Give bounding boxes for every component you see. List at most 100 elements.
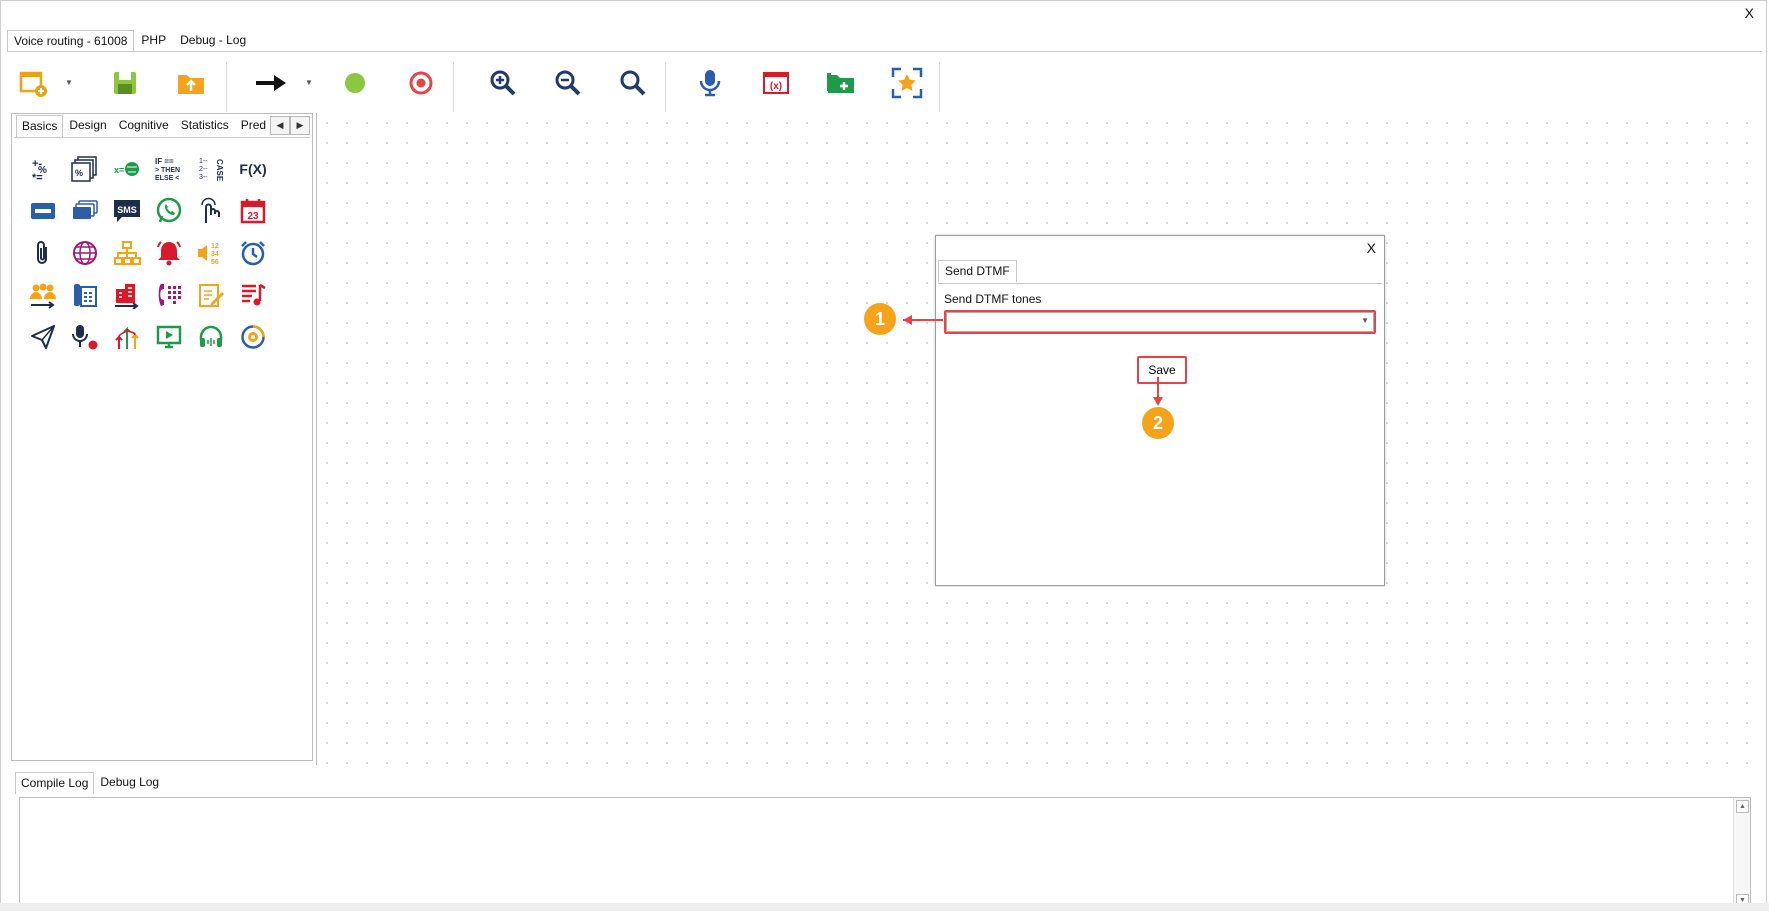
card-icon[interactable] xyxy=(22,190,64,232)
palette-tab-cognitive[interactable]: Cognitive xyxy=(113,114,175,136)
toolbar: ▼ ▼ (x) xyxy=(7,51,1762,112)
save-file-button[interactable] xyxy=(107,66,143,100)
svg-text:56: 56 xyxy=(211,259,219,266)
green-circle-icon xyxy=(345,73,365,93)
function-fx-label: F(X) xyxy=(239,161,267,177)
focus-star-icon xyxy=(891,67,923,99)
sms-icon[interactable]: SMS xyxy=(106,190,148,232)
voicemail-ring-icon[interactable] xyxy=(232,316,274,358)
dialog-tab-bar: Send DTMF xyxy=(938,260,1017,282)
tab-debug-log[interactable]: Debug - Log xyxy=(173,29,253,51)
tab-debug-log-panel[interactable]: Debug Log xyxy=(94,771,165,793)
dtmf-tones-label: Send DTMF tones xyxy=(944,292,1042,306)
microphone-icon xyxy=(699,70,721,97)
tab-compile-log[interactable]: Compile Log xyxy=(15,772,95,794)
queue-users-icon[interactable] xyxy=(22,274,64,316)
tab-send-dtmf[interactable]: Send DTMF xyxy=(938,260,1017,282)
target-red-icon xyxy=(409,71,433,95)
palette-tab-design[interactable]: Design xyxy=(63,114,112,136)
palette-body: +-% *= % x= IF == > THEN ELSE < 1-- 2-- 3-- CA… xyxy=(14,137,310,758)
save-button[interactable]: Save xyxy=(1137,356,1187,384)
arrow-right-icon xyxy=(256,75,286,91)
touch-keypad-icon[interactable] xyxy=(190,190,232,232)
globe-icon[interactable] xyxy=(64,232,106,274)
start-button[interactable] xyxy=(337,66,373,100)
send-plane-icon[interactable] xyxy=(22,316,64,358)
folder-upload-icon xyxy=(178,75,204,94)
microphone-button[interactable] xyxy=(692,66,728,100)
calendar-23-icon[interactable]: 23 xyxy=(232,190,274,232)
sms-label: SMS xyxy=(117,205,137,215)
speaker-numbers-icon[interactable]: 12 34 56 xyxy=(190,232,232,274)
variables-button[interactable]: (x) xyxy=(758,66,794,100)
new-dropdown-chevron-icon[interactable]: ▼ xyxy=(65,78,73,87)
zoom-out-icon xyxy=(555,70,581,96)
whatsapp-icon[interactable] xyxy=(148,190,190,232)
palette-icon-grid: +-% *= % x= IF == > THEN ELSE < 1-- 2-- 3-- CA… xyxy=(22,148,274,358)
function-fx-icon[interactable]: F(X) xyxy=(232,148,274,190)
log-panel: Compile Log Debug Log ▲ ▼ xyxy=(11,767,1764,910)
palette-tab-bar: Basics Design Cognitive Statistics Pred xyxy=(16,114,272,137)
video-screen-icon[interactable] xyxy=(148,316,190,358)
tab-voice-routing[interactable]: Voice routing - 61008 xyxy=(7,30,135,52)
percentage-layers-icon[interactable]: % xyxy=(64,148,106,190)
cards-stack-icon[interactable] xyxy=(64,190,106,232)
palette-tab-pred[interactable]: Pred xyxy=(235,114,272,136)
split-arrows-icon[interactable] xyxy=(106,316,148,358)
palette-tab-scroller: ◀ ▶ xyxy=(270,116,310,135)
svg-text:%: % xyxy=(75,168,83,178)
variable-window-icon: (x) xyxy=(763,72,789,94)
sitemap-icon[interactable] xyxy=(106,232,148,274)
zoom-out-button[interactable] xyxy=(550,66,586,100)
if-then-else-icon[interactable]: IF == > THEN ELSE < xyxy=(148,148,190,190)
dialog-close-button[interactable]: X xyxy=(1367,240,1376,256)
svg-text:(x): (x) xyxy=(770,81,782,92)
add-folder-button[interactable] xyxy=(823,66,859,100)
svg-text:> THEN: > THEN xyxy=(155,167,180,174)
stop-button[interactable] xyxy=(403,66,439,100)
connector-dropdown-chevron-icon[interactable]: ▼ xyxy=(305,78,313,87)
fit-to-screen-button[interactable] xyxy=(889,66,925,100)
magnifier-icon xyxy=(620,70,646,96)
log-output[interactable]: ▲ ▼ xyxy=(19,797,1751,910)
music-list-icon[interactable] xyxy=(232,274,274,316)
log-scrollbar[interactable]: ▲ ▼ xyxy=(1733,798,1750,909)
callout-badge-two: 2 xyxy=(1142,407,1174,439)
phone-keypad-icon[interactable] xyxy=(148,274,190,316)
desk-phone-icon[interactable] xyxy=(64,274,106,316)
svg-text:x=: x= xyxy=(114,165,124,175)
svg-text:ELSE <: ELSE < xyxy=(155,175,179,182)
svg-text:IF ==: IF == xyxy=(155,157,174,166)
window-close-button[interactable]: X xyxy=(1745,5,1754,21)
microphone-record-icon[interactable] xyxy=(64,316,106,358)
alarm-clock-icon[interactable] xyxy=(232,232,274,274)
main-window: X Voice routing - 61008 PHP Debug - Log … xyxy=(0,0,1767,910)
connector-arrow-button[interactable] xyxy=(253,66,289,100)
svg-text:1--: 1-- xyxy=(199,158,208,165)
tab-php[interactable]: PHP xyxy=(134,29,173,51)
zoom-reset-button[interactable] xyxy=(615,66,651,100)
svg-text:3--: 3-- xyxy=(199,174,208,181)
upload-folder-button[interactable] xyxy=(173,66,209,100)
svg-text:CASE: CASE xyxy=(215,159,224,182)
case-icon[interactable]: 1-- 2-- 3-- CASE xyxy=(190,148,232,190)
select-highlight-box xyxy=(944,310,1376,334)
scroll-up-icon[interactable]: ▲ xyxy=(1736,800,1749,813)
new-window-button[interactable] xyxy=(15,66,51,100)
palette-scroll-right-button[interactable]: ▶ xyxy=(290,116,310,135)
alarm-bell-icon[interactable] xyxy=(148,232,190,274)
folder-add-icon xyxy=(827,73,854,93)
palette-tab-statistics[interactable]: Statistics xyxy=(175,114,235,136)
math-operators-icon[interactable]: +-% *= xyxy=(22,148,64,190)
notepad-edit-icon[interactable] xyxy=(190,274,232,316)
variable-globe-icon[interactable]: x= xyxy=(106,148,148,190)
building-transfer-icon[interactable] xyxy=(106,274,148,316)
zoom-in-button[interactable] xyxy=(485,66,521,100)
palette-tab-basics[interactable]: Basics xyxy=(16,115,64,137)
paperclip-icon[interactable] xyxy=(22,232,64,274)
palette-scroll-left-button[interactable]: ◀ xyxy=(270,116,290,135)
calendar-day-label: 23 xyxy=(247,211,259,222)
component-palette: Basics Design Cognitive Statistics Pred … xyxy=(11,113,313,761)
headset-icon[interactable] xyxy=(190,316,232,358)
main-tab-bar: Voice routing - 61008 PHP Debug - Log xyxy=(7,29,253,52)
